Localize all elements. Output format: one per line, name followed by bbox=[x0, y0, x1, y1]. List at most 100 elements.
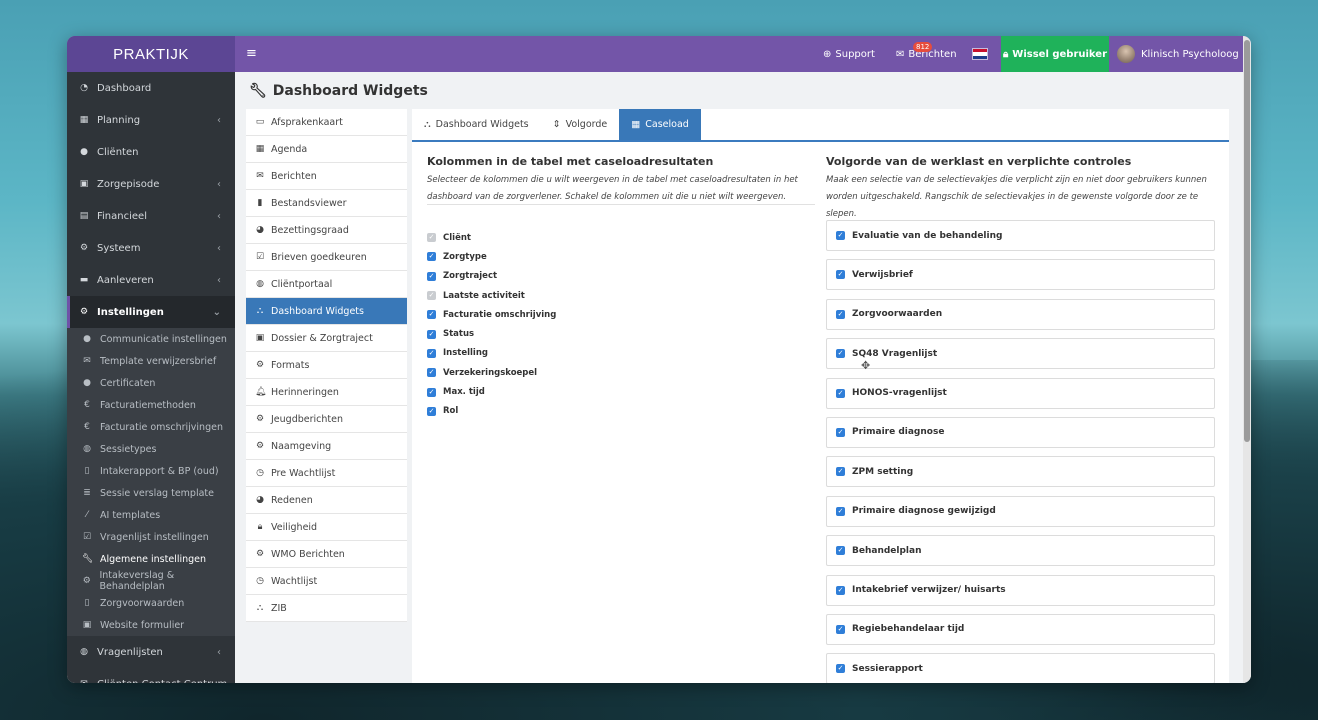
column-checkbox[interactable]: ✓ bbox=[427, 406, 436, 416]
sidebar-subitem[interactable]: € Facturatiemethoden bbox=[67, 394, 235, 416]
settings-nav-item[interactable]: ⚙ Jeugdberichten bbox=[246, 406, 407, 433]
column-checkbox[interactable]: ✓ bbox=[427, 387, 436, 397]
sortable-item[interactable]: ✓ Zorgvoorwaarden bbox=[826, 298, 1215, 330]
settings-nav-item[interactable]: ⚙ Formats bbox=[246, 352, 407, 379]
settings-nav-item[interactable]: ✉ Berichten bbox=[246, 163, 407, 190]
settings-nav-item[interactable]: ◕ Redenen bbox=[246, 487, 407, 514]
settings-nav-item[interactable]: ⚙ Naamgeving bbox=[246, 433, 407, 460]
sidebar-subitem[interactable]: ● Certificaten bbox=[67, 372, 235, 394]
required-checkbox[interactable]: ✓ bbox=[836, 388, 845, 398]
sidebar-subitem[interactable]: ● Communicatie instellingen bbox=[67, 328, 235, 350]
sortable-item[interactable]: ✓ Behandelplan bbox=[826, 535, 1215, 567]
column-checkbox[interactable]: ✓ bbox=[427, 310, 436, 320]
menu-toggle-icon[interactable]: ≡ bbox=[246, 46, 257, 61]
sidebar-item-planning[interactable]: ▦ Planning ‹ bbox=[67, 104, 235, 136]
required-checkbox[interactable]: ✓ bbox=[836, 664, 845, 674]
chevron-icon: ⌄ bbox=[212, 306, 221, 318]
settings-nav-item[interactable]: 🔒︎ Veiligheid bbox=[246, 514, 407, 541]
sidebar-item-aanleveren[interactable]: ▬ Aanleveren ‹ bbox=[67, 264, 235, 296]
required-checkbox[interactable]: ✓ bbox=[836, 427, 845, 437]
switch-user-label: Wissel gebruiker bbox=[1012, 48, 1108, 60]
settings-nav-item[interactable]: ◕ Bezettingsgraad bbox=[246, 217, 407, 244]
sidebar-item-instellingen[interactable]: ⚙ Instellingen ⌄ bbox=[67, 296, 235, 328]
column-checkbox[interactable]: ✓ bbox=[427, 252, 436, 262]
column-checkbox[interactable]: ✓ bbox=[427, 271, 436, 281]
chevron-icon: ‹ bbox=[217, 210, 221, 222]
sidebar-subitem[interactable]: ⁄ AI templates bbox=[67, 504, 235, 526]
sidebar-subitem-label: Intakeverslag & Behandelplan bbox=[99, 570, 175, 592]
settings-nav-item[interactable]: ▦ Agenda bbox=[246, 136, 407, 163]
sidebar-item-vragenlijsten[interactable]: ◍ Vragenlijsten ‹ bbox=[67, 636, 235, 668]
sidebar-item-zorgepisode[interactable]: ▣ Zorgepisode ‹ bbox=[67, 168, 235, 200]
sidebar-subitem[interactable]: ☑ Vragenlijst instellingen bbox=[67, 526, 235, 548]
sortable-item[interactable]: ✓ Intakebrief verwijzer/ huisarts bbox=[826, 574, 1215, 606]
sidebar-item-dashboard[interactable]: ◔ Dashboard bbox=[67, 72, 235, 104]
column-label: Zorgtraject bbox=[443, 271, 498, 282]
sidebar-subitem[interactable]: ▣ Website formulier bbox=[67, 614, 235, 636]
settings-nav-item[interactable]: ☑ Brieven goedkeuren bbox=[246, 244, 407, 271]
sidebar-subitem[interactable]: ≣ Sessie verslag template bbox=[67, 482, 235, 504]
language-flag-icon[interactable] bbox=[972, 48, 988, 60]
settings-nav-item[interactable]: ◷ Pre Wachtlijst bbox=[246, 460, 407, 487]
settings-nav-item[interactable]: ▮ Bestandsviewer bbox=[246, 190, 407, 217]
tab-label: Caseload bbox=[645, 119, 689, 130]
sidebar-subitem[interactable]: ✉ Template verwijzersbrief bbox=[67, 350, 235, 372]
required-checkbox[interactable]: ✓ bbox=[836, 624, 845, 634]
sidebar-item-systeem[interactable]: ⚙ Systeem ‹ bbox=[67, 232, 235, 264]
required-checkbox[interactable]: ✓ bbox=[836, 467, 845, 477]
nav-item-icon: ⚙ bbox=[255, 360, 265, 370]
required-checkbox[interactable]: ✓ bbox=[836, 546, 845, 556]
settings-nav-item[interactable]: ⚙ WMO Berichten bbox=[246, 541, 407, 568]
settings-nav-item[interactable]: ⛬ Dashboard Widgets bbox=[246, 298, 407, 325]
sidebar-subitem[interactable]: € Facturatie omschrijvingen bbox=[67, 416, 235, 438]
sortable-item[interactable]: ✓ HONOS-vragenlijst bbox=[826, 377, 1215, 409]
required-checkbox[interactable]: ✓ bbox=[836, 506, 845, 516]
column-checkbox[interactable]: ✓ bbox=[427, 368, 436, 378]
globe-icon: ◍ bbox=[83, 444, 91, 454]
top-bar: PRAKTIJK ≡ ⊕ Support ✉ Berichten 812 🔒︎ … bbox=[67, 36, 1251, 72]
chevron-icon: ‹ bbox=[217, 679, 221, 684]
column-checkbox[interactable]: ✓ bbox=[427, 348, 436, 358]
tab-volgorde[interactable]: ⇕ Volgorde bbox=[541, 109, 620, 140]
required-checkbox[interactable]: ✓ bbox=[836, 309, 845, 319]
switch-user-button[interactable]: 🔒︎ Wissel gebruiker bbox=[1001, 36, 1109, 72]
brand-logo[interactable]: PRAKTIJK bbox=[67, 36, 235, 72]
required-checkbox[interactable]: ✓ bbox=[836, 585, 845, 595]
scrollbar-thumb[interactable] bbox=[1244, 40, 1250, 442]
required-checkbox[interactable]: ✓ bbox=[836, 270, 845, 280]
sidebar-subitem[interactable]: ⚙ Intakeverslag & Behandelplan bbox=[67, 570, 235, 592]
user-menu[interactable]: Klinisch Psycholoog bbox=[1117, 36, 1239, 72]
sidebar-item-cli-nten[interactable]: ● Cliënten bbox=[67, 136, 235, 168]
required-checkbox[interactable]: ✓ bbox=[836, 231, 845, 240]
column-checkbox[interactable]: ✓ bbox=[427, 329, 436, 339]
sortable-item[interactable]: ✓ SQ48 Vragenlijst bbox=[826, 338, 1215, 370]
required-checkbox[interactable]: ✓ bbox=[836, 349, 845, 359]
sortable-item[interactable]: ✓ Evaluatie van de behandeling bbox=[826, 220, 1215, 251]
support-link[interactable]: ⊕ Support bbox=[823, 36, 875, 72]
sortable-item[interactable]: ✓ ZPM setting bbox=[826, 456, 1215, 488]
sidebar-subitem[interactable]: ▯ Zorgvoorwaarden bbox=[67, 592, 235, 614]
sidebar-subitem[interactable]: ◍ Sessietypes bbox=[67, 438, 235, 460]
sidebar-subitem[interactable]: ▯ Intakerapport & BP (oud) bbox=[67, 460, 235, 482]
settings-nav-item[interactable]: ◷ Wachtlijst bbox=[246, 568, 407, 595]
settings-nav-item[interactable]: 🔔︎ Herinneringen bbox=[246, 379, 407, 406]
sidebar-subitem-label: Communicatie instellingen bbox=[100, 333, 227, 345]
sidebar-item-financieel[interactable]: ▤ Financieel ‹ bbox=[67, 200, 235, 232]
sidebar-subitem[interactable]: 🔧︎ Algemene instellingen bbox=[67, 548, 235, 570]
sidebar-item-cli-nten-contact-centrum[interactable]: ✉ Cliënten Contact Centrum‹ bbox=[67, 668, 235, 684]
sortable-item[interactable]: ✓ Sessierapport bbox=[826, 653, 1215, 683]
sortable-item[interactable]: ✓ Primaire diagnose gewijzigd bbox=[826, 495, 1215, 527]
sortable-item[interactable]: ✓ Primaire diagnose bbox=[826, 416, 1215, 448]
settings-nav-item[interactable]: ⛬ ZIB bbox=[246, 595, 407, 622]
window-scrollbar[interactable] bbox=[1243, 36, 1251, 683]
columns-description-line: Selecteer de kolommen die u wilt weergev… bbox=[427, 175, 798, 185]
sortable-item[interactable]: ✓ Regiebehandelaar tijd bbox=[826, 613, 1215, 645]
sortable-item[interactable]: ✓ Verwijsbrief bbox=[826, 259, 1215, 291]
tab-caseload[interactable]: ▦ Caseload bbox=[619, 109, 701, 140]
sidebar-subitem-label: Algemene instellingen bbox=[100, 553, 207, 565]
settings-nav-item[interactable]: ◍ Cliëntportaal bbox=[246, 271, 407, 298]
settings-nav-item[interactable]: ▭ Afsprakenkaart bbox=[246, 109, 407, 136]
settings-nav-item[interactable]: ▣ Dossier & Zorgtraject bbox=[246, 325, 407, 352]
tab-dashboard-widgets[interactable]: ⛬ Dashboard Widgets bbox=[412, 109, 541, 140]
column-option: ✓ Facturatie omschrijving bbox=[427, 305, 556, 324]
